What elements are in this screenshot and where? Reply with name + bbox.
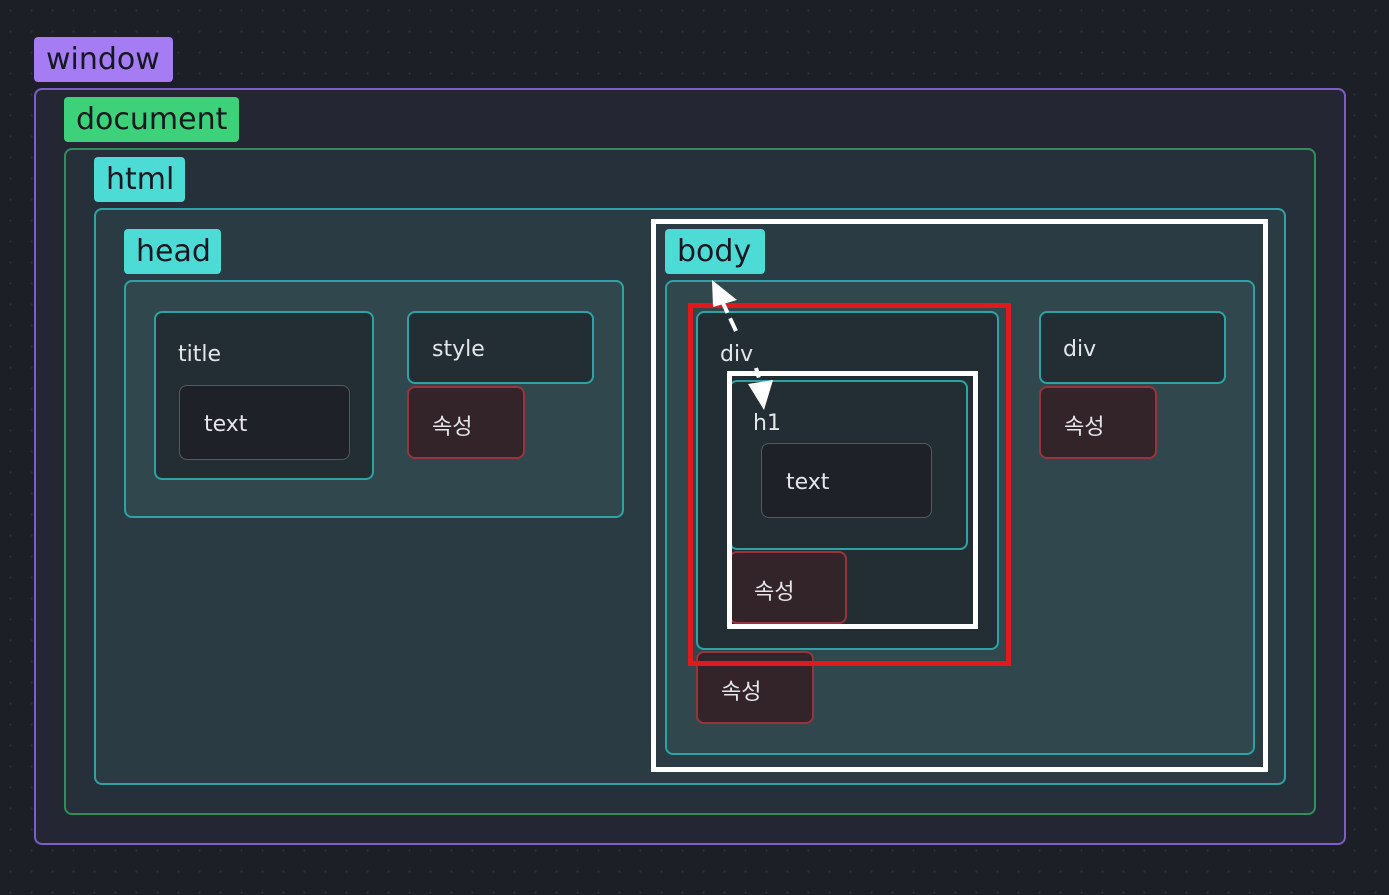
- document-tag: document: [64, 97, 239, 142]
- style-label: style: [432, 337, 485, 362]
- head-tag: head: [124, 229, 221, 274]
- html-tag: html: [94, 157, 185, 202]
- h1-selection-outline: [727, 371, 978, 629]
- title-label: title: [178, 342, 222, 367]
- window-tag: window: [34, 37, 173, 82]
- title-text-label: text: [204, 412, 248, 437]
- style-attribute-label: 속성: [432, 415, 473, 440]
